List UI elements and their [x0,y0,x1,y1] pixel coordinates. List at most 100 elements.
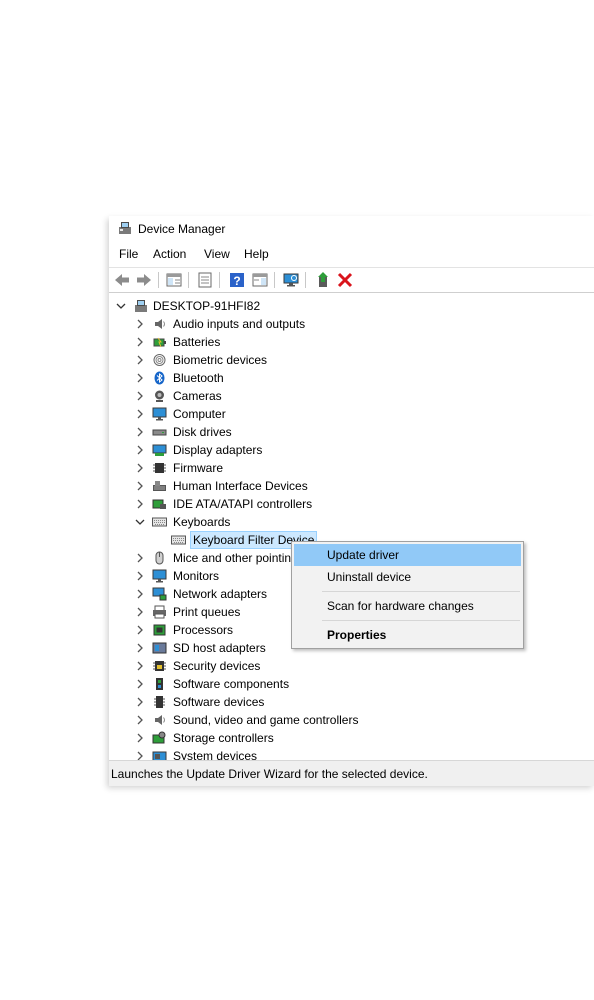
chevron-right-icon[interactable] [135,715,145,725]
tree-category-row[interactable]: Cameras [109,387,594,405]
forward-icon[interactable] [135,271,153,289]
chevron-right-icon[interactable] [135,607,145,617]
tree-category-row[interactable]: Disk drives [109,423,594,441]
chevron-right-icon[interactable] [135,661,145,671]
tree-category-label: Sound, video and game controllers [173,713,359,727]
chevron-down-icon[interactable] [116,301,126,311]
tree-category-row[interactable]: Firmware [109,459,594,477]
help-icon[interactable]: ? [228,271,246,289]
chevron-right-icon[interactable] [135,337,145,347]
chevron-down-icon[interactable] [135,517,145,527]
firmware-chip-icon [152,461,167,475]
title-bar[interactable]: Device Manager [109,216,594,242]
chevron-right-icon[interactable] [135,553,145,563]
chevron-right-icon[interactable] [135,697,145,707]
tree-category-label: Audio inputs and outputs [173,317,306,331]
tree-category-row[interactable]: Keyboards [109,513,594,531]
context-menu-update-driver[interactable]: Update driver [294,544,521,566]
tree-category-row[interactable]: Computer [109,405,594,423]
chevron-right-icon[interactable] [135,499,145,509]
disk-drive-icon [152,425,167,439]
chevron-right-icon[interactable] [135,625,145,635]
uninstall-device-icon[interactable] [336,271,354,289]
toolbar-separator [188,272,189,288]
tree-category-row[interactable]: Display adapters [109,441,594,459]
hid-icon [152,479,167,493]
tree-root-row[interactable]: DESKTOP-91HFI82 [109,297,594,315]
toolbar-separator [305,272,306,288]
chevron-right-icon[interactable] [135,409,145,419]
tree-category-row[interactable]: Audio inputs and outputs [109,315,594,333]
tree-category-label: System devices [173,749,258,760]
context-menu-properties[interactable]: Properties [294,624,521,646]
menu-help[interactable]: Help [242,247,271,261]
chevron-right-icon[interactable] [135,355,145,365]
context-menu-item-label: Properties [327,628,387,642]
context-menu-separator [322,591,520,592]
properties-icon[interactable] [196,271,214,289]
monitor-icon [152,569,167,583]
tree-category-row[interactable]: IDE ATA/ATAPI controllers [109,495,594,513]
chevron-right-icon[interactable] [135,319,145,329]
menu-view[interactable]: View [202,247,232,261]
tree-category-row[interactable]: Storage controllers [109,729,594,747]
scan-hardware-icon[interactable] [282,271,300,289]
chevron-right-icon[interactable] [135,751,145,760]
chevron-right-icon[interactable] [135,733,145,743]
chevron-right-icon[interactable] [135,445,145,455]
tree-category-label: Software components [173,677,290,691]
menu-file[interactable]: File [117,247,140,261]
action-pane-icon[interactable] [251,271,269,289]
back-icon[interactable] [113,271,131,289]
chevron-right-icon[interactable] [135,463,145,473]
system-device-icon [152,749,167,760]
show-hide-console-tree-icon[interactable] [165,271,183,289]
chevron-right-icon[interactable] [135,571,145,581]
software-component-icon [152,677,167,691]
tree-category-row[interactable]: System devices [109,747,594,760]
tree-category-label: Disk drives [173,425,232,439]
tree-category-label: Print queues [173,605,241,619]
menu-action[interactable]: Action [151,247,188,261]
fingerprint-icon [152,353,167,367]
status-text: Launches the Update Driver Wizard for th… [111,767,428,781]
camera-icon [152,389,167,403]
security-chip-icon [152,659,167,673]
tree-category-row[interactable]: Software components [109,675,594,693]
tree-category-label: Storage controllers [173,731,274,745]
tree-category-label: Software devices [173,695,265,709]
device-manager-app-icon [118,221,132,235]
network-adapter-icon [152,587,167,601]
chevron-right-icon[interactable] [135,643,145,653]
context-menu-item-label: Uninstall device [327,570,412,584]
tree-category-label: Display adapters [173,443,263,457]
processor-icon [152,623,167,637]
tree-category-label: Security devices [173,659,261,673]
tree-category-label: Human Interface Devices [173,479,308,493]
tree-category-label: Cameras [173,389,222,403]
tree-category-label: Processors [173,623,234,637]
tree-category-row[interactable]: Batteries [109,333,594,351]
chevron-right-icon[interactable] [135,481,145,491]
window-title: Device Manager [138,222,226,236]
tree-category-row[interactable]: Biometric devices [109,351,594,369]
tree-category-row[interactable]: Sound, video and game controllers [109,711,594,729]
context-menu-item-label: Update driver [327,548,400,562]
chevron-right-icon[interactable] [135,373,145,383]
chevron-right-icon[interactable] [135,427,145,437]
tree-category-label: Computer [173,407,226,421]
tree-category-row[interactable]: Bluetooth [109,369,594,387]
tree-category-row[interactable]: Security devices [109,657,594,675]
chevron-right-icon[interactable] [135,679,145,689]
chevron-right-icon[interactable] [135,589,145,599]
update-driver-icon[interactable] [314,271,332,289]
device-tree: DESKTOP-91HFI82 Audio inputs and outputs… [109,294,594,760]
tree-category-label: Bluetooth [173,371,224,385]
context-menu-scan-hardware[interactable]: Scan for hardware changes [294,595,521,617]
tree-category-row[interactable]: Software devices [109,693,594,711]
tree-category-row[interactable]: Human Interface Devices [109,477,594,495]
context-menu-uninstall-device[interactable]: Uninstall device [294,566,521,588]
computer-icon [134,299,149,313]
chevron-right-icon[interactable] [135,391,145,401]
keyboard-icon [152,515,167,529]
